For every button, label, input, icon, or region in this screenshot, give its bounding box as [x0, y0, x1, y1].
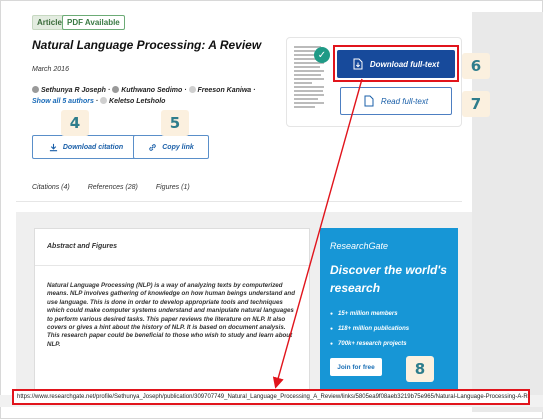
author-link[interactable]: Sethunya R Joseph: [41, 87, 106, 94]
avatar-icon: [188, 86, 196, 93]
author-link[interactable]: Freeson Kaniwa: [198, 87, 252, 94]
author-list: Sethunya R Joseph · Kuthwano Sedimo · Fr…: [32, 86, 255, 94]
avatar-icon: [100, 97, 108, 104]
promo-headline: Discover the world's research: [330, 263, 447, 295]
join-for-free-button[interactable]: Join for free: [330, 358, 382, 376]
stat-publications: 118+ million publications: [330, 322, 409, 337]
tab-references[interactable]: References (28): [88, 184, 138, 191]
show-all-authors-link[interactable]: Show all 5 authors: [32, 98, 94, 105]
tab-citations[interactable]: Citations (4): [32, 184, 70, 191]
read-full-text-button[interactable]: Read full-text: [340, 87, 452, 115]
annotation-7: 7: [462, 91, 490, 117]
link-icon: [149, 143, 157, 151]
abstract-text: Natural Language Processing (NLP) is a w…: [47, 282, 295, 348]
annotation-6: 6: [462, 53, 490, 79]
abstract-card: Abstract and Figures Natural Language Pr…: [34, 228, 311, 394]
divider: [16, 201, 462, 202]
divider: [35, 265, 311, 266]
highlight-box: [333, 45, 459, 82]
copy-link-button[interactable]: Copy link: [133, 135, 209, 159]
author-list-more: Show all 5 authors · Keletso Letsholo: [32, 97, 166, 105]
publication-date: March 2016: [32, 66, 69, 73]
copy-link-label: Copy link: [162, 143, 194, 151]
file-icon: [364, 95, 374, 107]
download-citation-label: Download citation: [62, 143, 124, 151]
page-title: Natural Language Processing: A Review: [32, 38, 262, 52]
researchgate-promo: ResearchGate Discover the world's resear…: [320, 228, 458, 394]
promo-stats: 15+ million members 118+ million publica…: [330, 307, 409, 352]
abstract-heading: Abstract and Figures: [47, 243, 118, 250]
download-citation-button[interactable]: Download citation: [32, 135, 140, 159]
tab-figures[interactable]: Figures (1): [156, 184, 190, 191]
avatar-icon: [112, 86, 120, 93]
annotation-5: 5: [161, 110, 189, 136]
status-url: https://www.researchgate.net/profile/Set…: [12, 389, 530, 405]
read-full-text-label: Read full-text: [380, 96, 429, 106]
researchgate-logo: ResearchGate: [330, 241, 389, 251]
stat-members: 15+ million members: [330, 307, 409, 322]
stat-projects: 700k+ research projects: [330, 337, 409, 352]
download-icon: [49, 143, 57, 151]
annotation-8: 8: [406, 356, 434, 382]
author-link[interactable]: Kuthwano Sedimo: [121, 87, 182, 94]
pdf-available-badge: PDF Available: [62, 15, 125, 30]
annotation-4: 4: [61, 110, 89, 136]
content-tabs: Citations (4) References (28) Figures (1…: [32, 184, 206, 191]
author-link[interactable]: Keletso Letsholo: [109, 98, 165, 105]
check-icon: ✓: [314, 47, 330, 63]
avatar-icon: [32, 86, 39, 93]
